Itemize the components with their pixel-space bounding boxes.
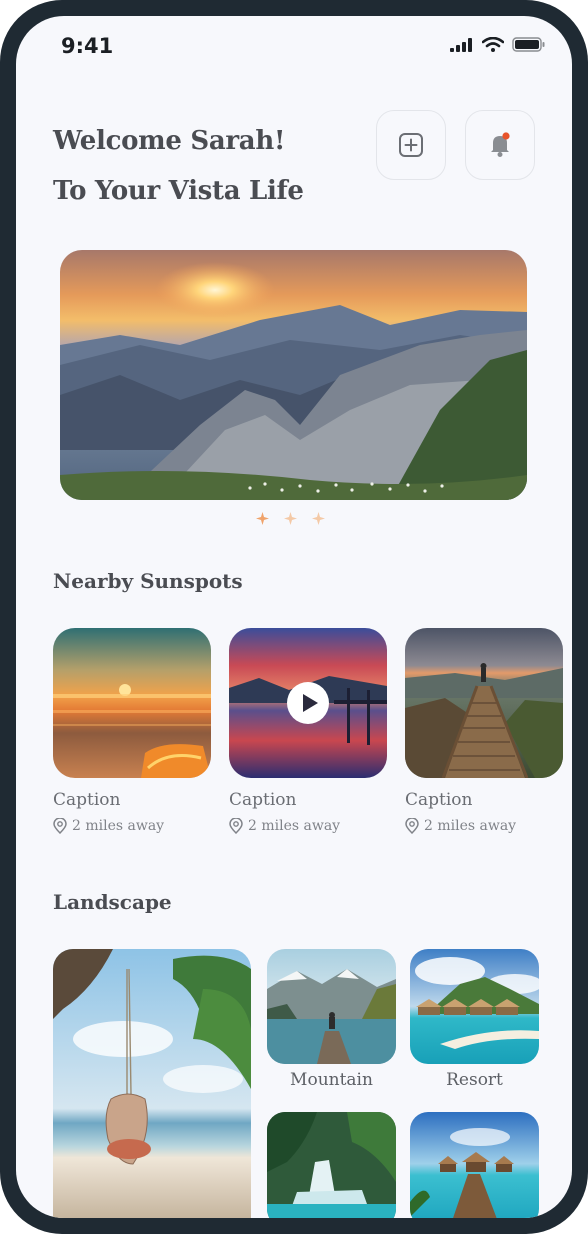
nearby-card-caption: Caption [405,790,473,810]
bell-icon [491,132,510,157]
nearby-card-distance: 2 miles away [53,818,211,834]
distance-label: 2 miles away [248,818,341,834]
nearby-card-distance: 2 miles away [405,818,563,834]
location-pin-icon [405,818,419,834]
featured-banner-image[interactable] [60,250,527,500]
nearby-card[interactable]: Caption 2 miles away [229,628,387,834]
nearby-card-caption: Caption [229,790,297,810]
nearby-card-caption: Caption [53,790,121,810]
carousel-dot[interactable] [312,512,325,525]
nearby-card-image[interactable] [53,628,211,778]
carousel-pagination[interactable] [256,512,325,525]
wifi-icon [482,37,504,52]
landscape-tile-mountain[interactable] [267,949,396,1064]
status-time: 9:41 [61,34,114,58]
nearby-card-image[interactable] [405,628,563,778]
nearby-card[interactable]: Caption 2 miles away [405,628,563,834]
landscape-tile-waterfall[interactable] [267,1112,396,1218]
app-screen: 9:41 Welcome Sarah! To Your Vista Life N… [16,16,572,1218]
status-icons [450,37,546,52]
nearby-card-video-thumbnail[interactable] [229,628,387,778]
welcome-heading: Welcome Sarah! [53,126,286,156]
carousel-dot-active[interactable] [256,512,269,525]
notification-dot [502,132,510,140]
landscape-tile-label: Resort [446,1070,503,1090]
plus-square-icon [399,133,423,157]
landscape-tile-overwater-villa[interactable] [410,1112,539,1218]
battery-icon [512,37,545,52]
landscape-section-title: Landscape [53,890,172,914]
welcome-subheading: To Your Vista Life [53,176,304,206]
phone-frame: 9:41 Welcome Sarah! To Your Vista Life N… [0,0,588,1234]
landscape-featured-image[interactable] [53,949,251,1218]
nearby-card[interactable]: Caption 2 miles away [53,628,211,834]
location-pin-icon [53,818,67,834]
distance-label: 2 miles away [424,818,517,834]
location-pin-icon [229,818,243,834]
cellular-signal-icon [450,38,472,52]
distance-label: 2 miles away [72,818,165,834]
landscape-tile-label: Mountain [290,1070,373,1090]
add-button[interactable] [376,110,446,180]
status-bar: 9:41 [16,16,572,76]
landscape-tile-resort[interactable] [410,949,539,1064]
nearby-section-title: Nearby Sunspots [53,569,243,593]
notifications-button[interactable] [465,110,535,180]
carousel-dot[interactable] [284,512,297,525]
play-icon[interactable] [287,682,329,724]
nearby-card-distance: 2 miles away [229,818,387,834]
